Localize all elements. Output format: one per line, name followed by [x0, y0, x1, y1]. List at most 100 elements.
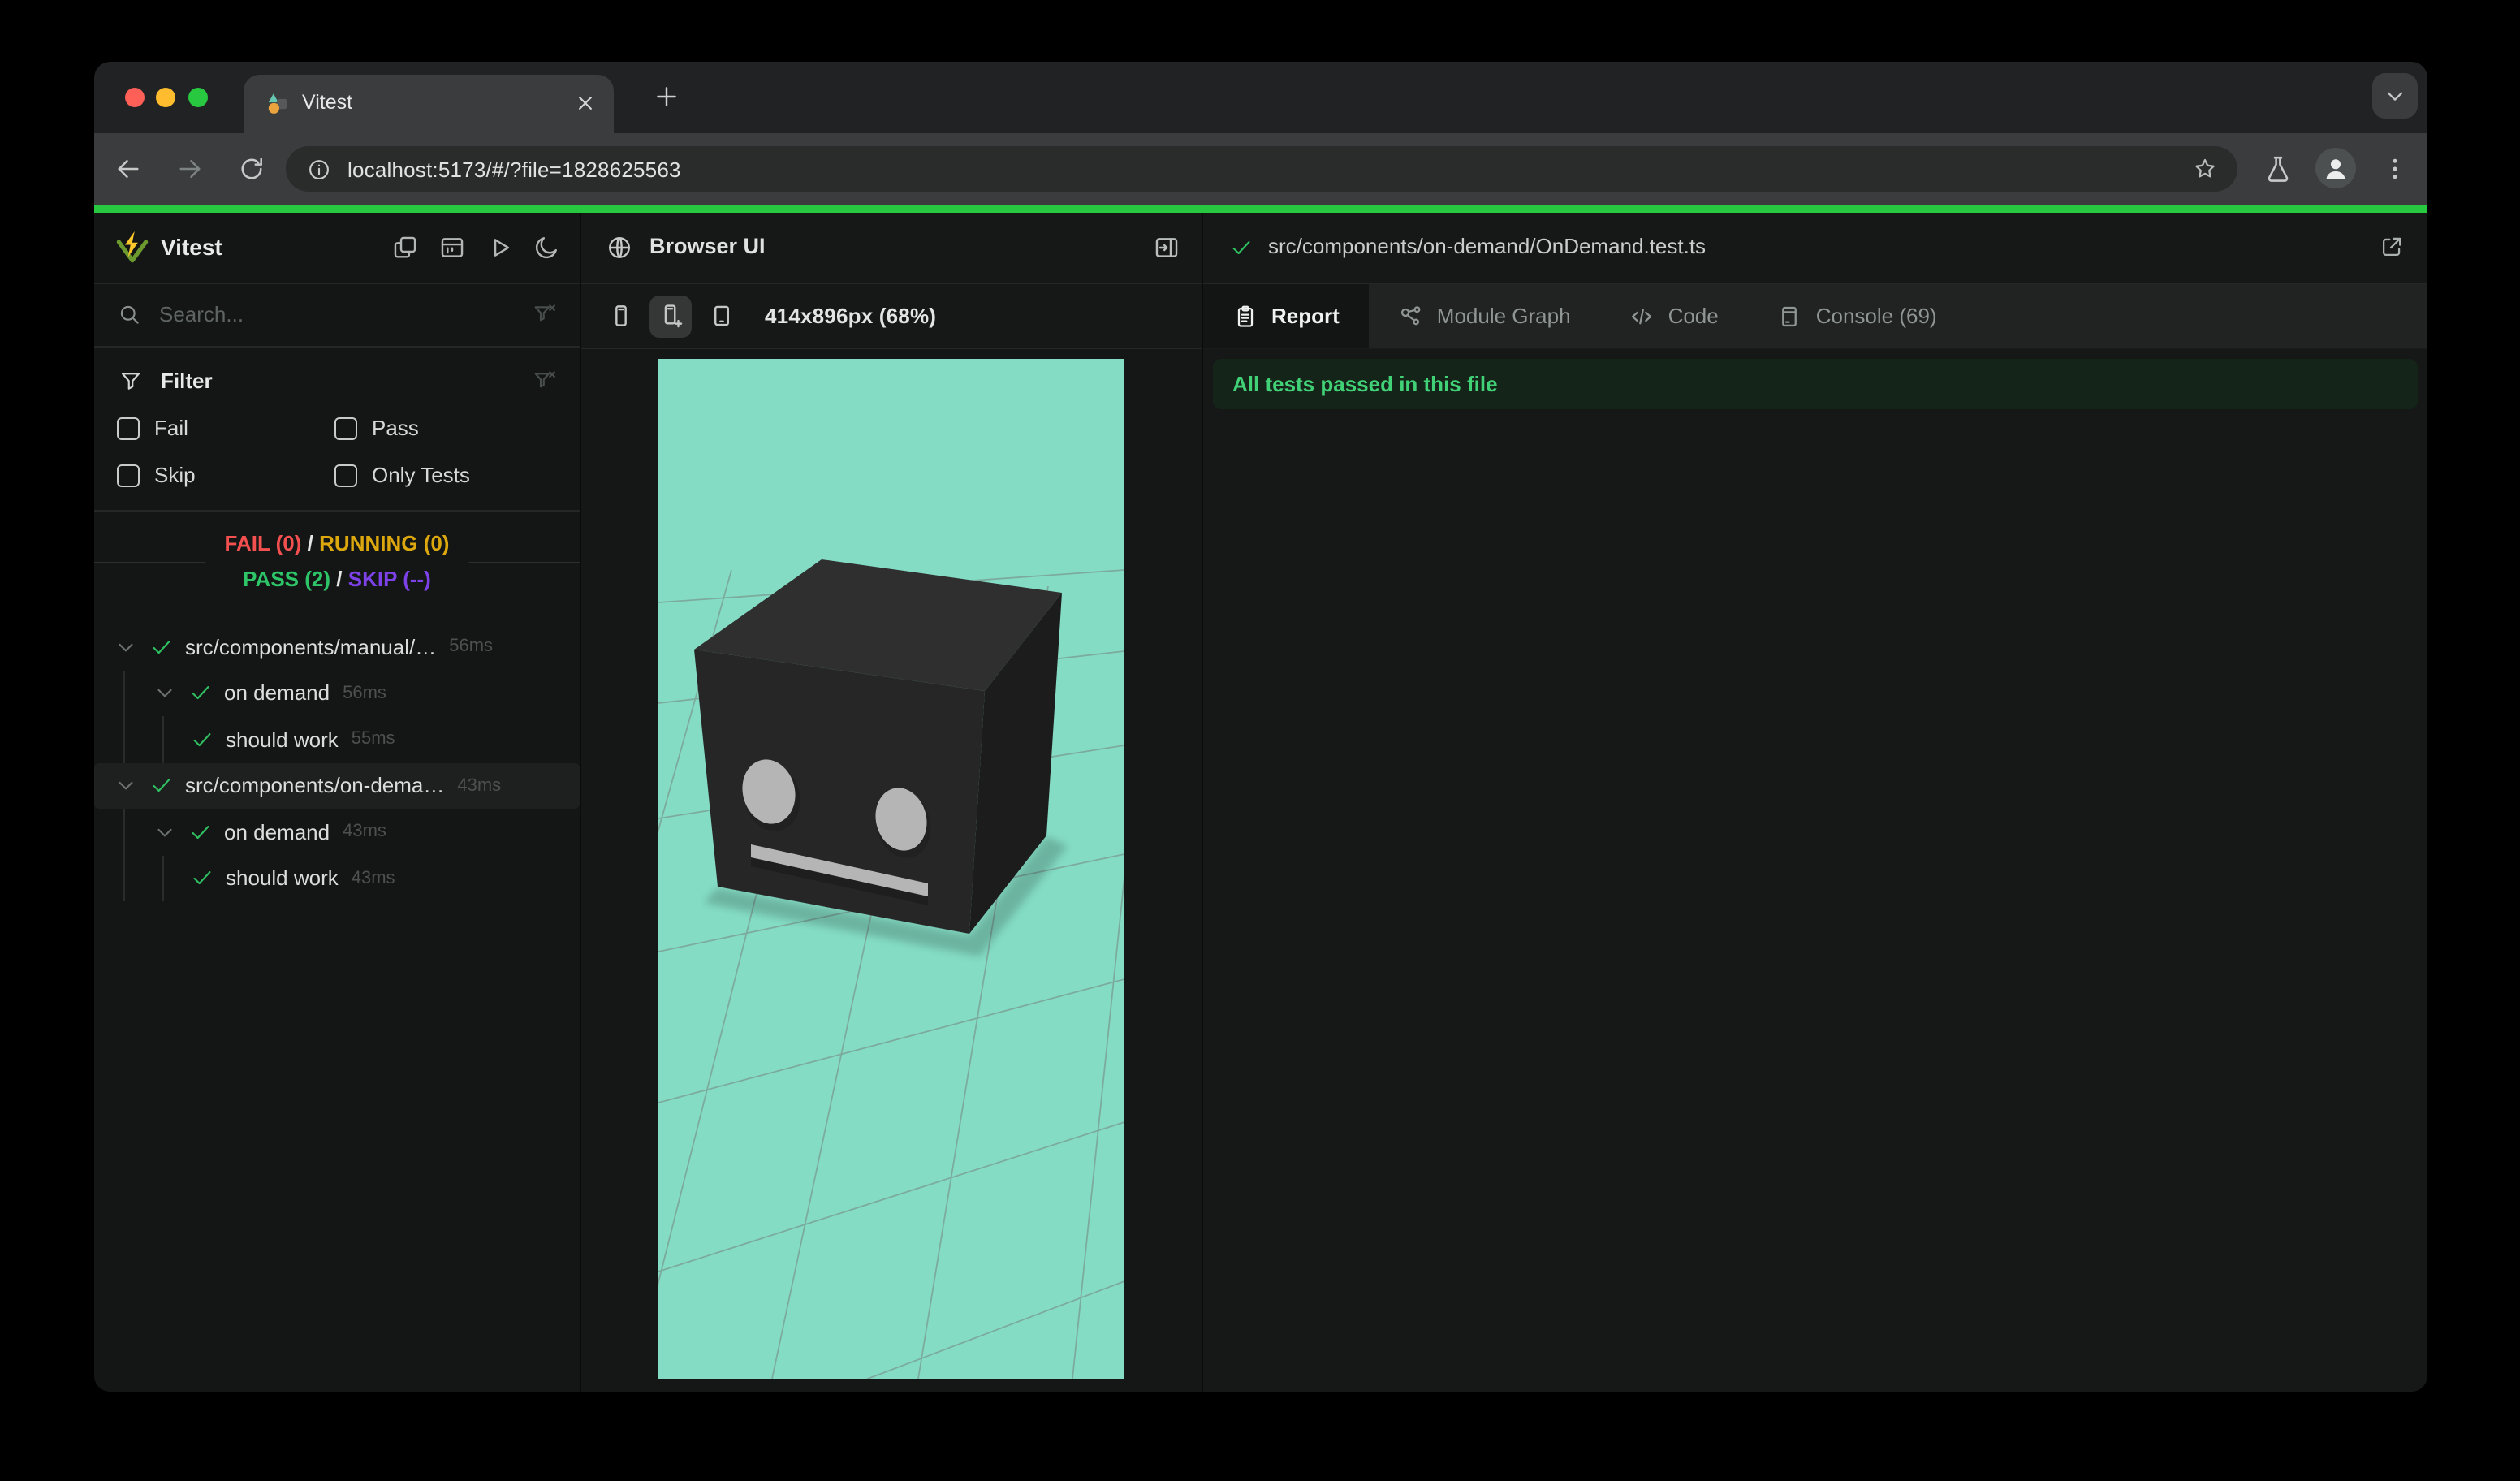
check-icon — [149, 635, 174, 659]
sidebar: Vitest Search... Filter Fail Pass Skip Only… — [94, 213, 581, 1392]
tree-row-file[interactable]: src/components/on-dema… 43ms — [94, 762, 580, 809]
filter-title: Filter — [161, 369, 213, 393]
tree-row-suite[interactable]: on demand 56ms — [94, 670, 580, 716]
forward-button[interactable] — [175, 154, 205, 184]
reload-button[interactable] — [237, 154, 266, 184]
report-icon — [1232, 303, 1258, 329]
window-zoom-button[interactable] — [188, 88, 208, 107]
browser-toolbar: localhost:5173/#/?file=1828625563 — [94, 133, 2427, 205]
window-close-button[interactable] — [125, 88, 145, 107]
viewport-size-label: 414x896px (68%) — [765, 304, 937, 328]
new-tab-button[interactable] — [653, 83, 680, 110]
tree-row-suite[interactable]: on demand 43ms — [94, 809, 580, 855]
checkbox[interactable] — [334, 464, 357, 486]
tree-item-duration: 56ms — [449, 637, 494, 657]
app-title: Vitest — [161, 234, 222, 260]
tree-item-label: on demand — [224, 680, 330, 706]
check-icon — [149, 774, 174, 798]
profile-avatar[interactable] — [2315, 148, 2356, 188]
file-header: src/components/on-demand/OnDemand.test.t… — [1203, 213, 2427, 284]
filter-option-skip[interactable]: Skip — [117, 463, 334, 487]
check-icon — [1229, 235, 1254, 260]
tree-item-duration: 56ms — [343, 683, 386, 703]
address-bar[interactable]: localhost:5173/#/?file=1828625563 — [286, 146, 2237, 192]
external-link-icon[interactable] — [2379, 234, 2405, 260]
tree-item-duration: 43ms — [351, 868, 395, 888]
code-icon — [1629, 303, 1655, 329]
run-all-icon[interactable] — [485, 234, 513, 261]
filter-clear-icon[interactable] — [533, 302, 557, 326]
report-content: All tests passed in this file — [1203, 359, 2427, 409]
chevron-down-icon[interactable] — [114, 774, 138, 798]
theme-toggle-icon[interactable] — [533, 234, 560, 261]
sidebar-header: Vitest — [94, 213, 580, 284]
check-icon — [188, 820, 213, 844]
browser-ui-header: Browser UI — [581, 213, 1202, 284]
globe-icon — [606, 234, 633, 261]
summary-line-2: PASS (2) / SKIP (--) — [243, 567, 431, 591]
dashboard-icon[interactable] — [438, 234, 466, 261]
browser-tab[interactable]: Vitest — [244, 75, 614, 133]
summary-line-1: FAIL (0) / RUNNING (0) — [224, 531, 450, 555]
collapse-details-icon[interactable] — [391, 234, 419, 261]
tab-search-button[interactable] — [2372, 73, 2418, 119]
vitest-logo — [115, 231, 149, 265]
filter-option-pass[interactable]: Pass — [334, 416, 557, 440]
tab-label: Module Graph — [1436, 304, 1571, 328]
flask-icon[interactable] — [2263, 154, 2293, 184]
filter-option-fail[interactable]: Fail — [117, 416, 334, 440]
device-phone-button[interactable] — [599, 295, 641, 337]
checkbox[interactable] — [334, 417, 357, 439]
checkbox[interactable] — [117, 417, 140, 439]
tree-item-label: src/components/manual/… — [185, 634, 437, 659]
search-input[interactable]: Search... — [159, 302, 244, 326]
tab-console-69[interactable]: Console (69) — [1748, 284, 1966, 348]
info-icon[interactable] — [307, 157, 331, 181]
search-icon — [117, 302, 141, 326]
filter-option-label: Only Tests — [372, 463, 470, 487]
close-icon[interactable] — [573, 91, 598, 115]
panel-right-icon[interactable] — [1153, 234, 1180, 261]
star-icon[interactable] — [2192, 156, 2218, 182]
url-text[interactable]: localhost:5173/#/?file=1828625563 — [347, 158, 681, 182]
tree-row-test[interactable]: should work 43ms — [94, 855, 580, 901]
back-button[interactable] — [114, 154, 143, 184]
filter-option-label: Fail — [154, 416, 188, 440]
indent-guide — [123, 855, 125, 901]
chevron-down-icon[interactable] — [114, 635, 138, 659]
browser-ui-panel: Browser UI 414x896px (68%) — [581, 213, 1203, 1392]
tab-report[interactable]: Report — [1203, 284, 1369, 348]
tab-code[interactable]: Code — [1600, 284, 1748, 348]
browser-preview-canvas[interactable] — [658, 359, 1124, 1379]
filter-clear-icon[interactable] — [533, 369, 557, 393]
report-panel: src/components/on-demand/OnDemand.test.t… — [1203, 213, 2427, 1392]
device-tablet-icon — [707, 302, 735, 330]
indent-guide — [123, 670, 125, 716]
filter-option-label: Skip — [154, 463, 196, 487]
tree-item-label: src/components/on-dema… — [185, 773, 445, 798]
checkbox[interactable] — [117, 464, 140, 486]
search-bar: Search... — [94, 284, 580, 348]
indent-guide — [123, 809, 125, 855]
preview-area — [581, 349, 1202, 1392]
report-tabs: Report Module Graph Code Console (69) — [1203, 284, 2427, 349]
filter-option-only-tests[interactable]: Only Tests — [334, 463, 557, 487]
device-toolbar: 414x896px (68%) — [581, 284, 1202, 349]
tree-row-test[interactable]: should work 55ms — [94, 716, 580, 762]
device-phone-add-button[interactable] — [649, 295, 692, 337]
chevron-down-icon[interactable] — [153, 681, 177, 706]
tree-item-duration: 55ms — [351, 729, 395, 749]
tree-item-duration: 43ms — [343, 822, 386, 842]
filter-option-label: Pass — [372, 416, 419, 440]
tab-module-graph[interactable]: Module Graph — [1369, 284, 1600, 348]
browser-menu-button[interactable] — [2380, 154, 2410, 184]
robot-cube — [694, 559, 1062, 934]
window-minimize-button[interactable] — [156, 88, 175, 107]
tab-label: Report — [1271, 304, 1340, 328]
chevron-down-icon[interactable] — [153, 820, 177, 844]
test-summary: FAIL (0) / RUNNING (0) PASS (2) / SKIP (… — [94, 512, 580, 612]
tree-row-file[interactable]: src/components/manual/… 56ms — [94, 624, 580, 670]
tree-item-label: should work — [226, 866, 339, 891]
check-icon — [190, 728, 214, 752]
device-tablet-button[interactable] — [700, 295, 742, 337]
